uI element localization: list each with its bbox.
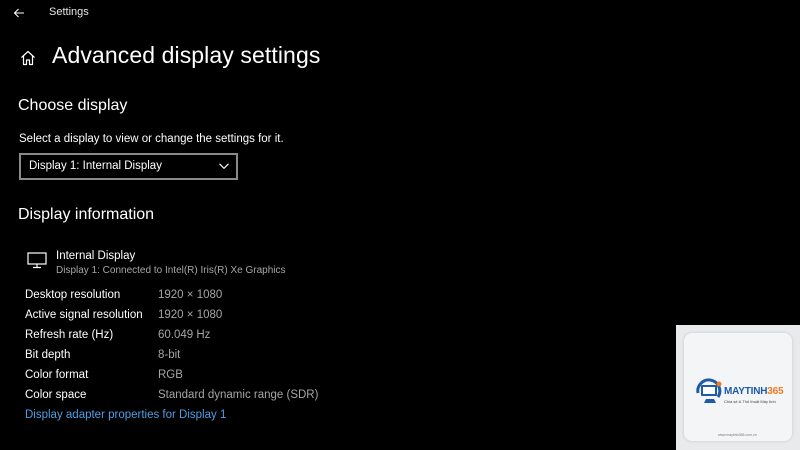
brand-logo-icon: [696, 378, 722, 403]
brand-url: www.maytinh365.com.vn: [718, 433, 757, 437]
info-label: Color format: [25, 369, 89, 381]
info-value: 8-bit: [158, 349, 181, 361]
brand-name-accent: 365: [767, 386, 784, 397]
info-row-active-signal-resolution: Active signal resolution 1920 × 1080: [25, 309, 425, 327]
info-value: RGB: [158, 369, 183, 381]
info-label: Color space: [25, 389, 87, 401]
display-select-value: Display 1: Internal Display: [29, 160, 162, 172]
info-label: Refresh rate (Hz): [25, 329, 114, 341]
info-value: Standard dynamic range (SDR): [158, 389, 319, 401]
info-label: Bit depth: [25, 349, 71, 361]
info-row-refresh-rate: Refresh rate (Hz) 60.049 Hz: [25, 329, 425, 347]
watermark-card: MAYTINH365 Chia sẻ & Thủ thuật Máy tính …: [684, 333, 792, 441]
info-row-bit-depth: Bit depth 8-bit: [25, 349, 425, 367]
info-label: Desktop resolution: [25, 289, 121, 301]
monitor-icon: [27, 252, 47, 269]
page-title: Advanced display settings: [52, 42, 321, 68]
chevron-down-icon: [219, 163, 229, 170]
info-row-desktop-resolution: Desktop resolution 1920 × 1080: [25, 289, 425, 307]
display-information-heading: Display information: [18, 206, 155, 223]
home-button[interactable]: [18, 48, 38, 68]
choose-display-prompt: Select a display to view or change the s…: [19, 133, 284, 145]
info-row-color-space: Color space Standard dynamic range (SDR): [25, 389, 425, 407]
back-arrow-icon: [13, 8, 24, 18]
info-value: 1920 × 1080: [158, 289, 223, 301]
info-label: Active signal resolution: [25, 309, 143, 321]
brand-tagline: Chia sẻ & Thủ thuật Máy tính: [724, 399, 776, 404]
settings-window: Settings Advanced display settings Choos…: [0, 0, 800, 450]
info-row-color-format: Color format RGB: [25, 369, 425, 387]
display-name: Internal Display: [56, 250, 136, 262]
choose-display-heading: Choose display: [18, 97, 128, 114]
brand-name-main: MAYTINH: [724, 386, 768, 397]
display-select-dropdown[interactable]: Display 1: Internal Display: [19, 153, 238, 180]
brand-name: MAYTINH365: [724, 386, 784, 397]
display-connection: Display 1: Connected to Intel(R) Iris(R)…: [56, 265, 286, 276]
back-button[interactable]: [9, 3, 29, 23]
watermark: MAYTINH365 Chia sẻ & Thủ thuật Máy tính …: [676, 325, 800, 450]
info-value: 1920 × 1080: [158, 309, 223, 321]
app-title: Settings: [49, 6, 89, 18]
home-icon: [21, 50, 35, 66]
info-value: 60.049 Hz: [158, 329, 211, 341]
title-bar: Settings: [0, 0, 800, 26]
display-adapter-properties-link[interactable]: Display adapter properties for Display 1: [25, 409, 226, 421]
